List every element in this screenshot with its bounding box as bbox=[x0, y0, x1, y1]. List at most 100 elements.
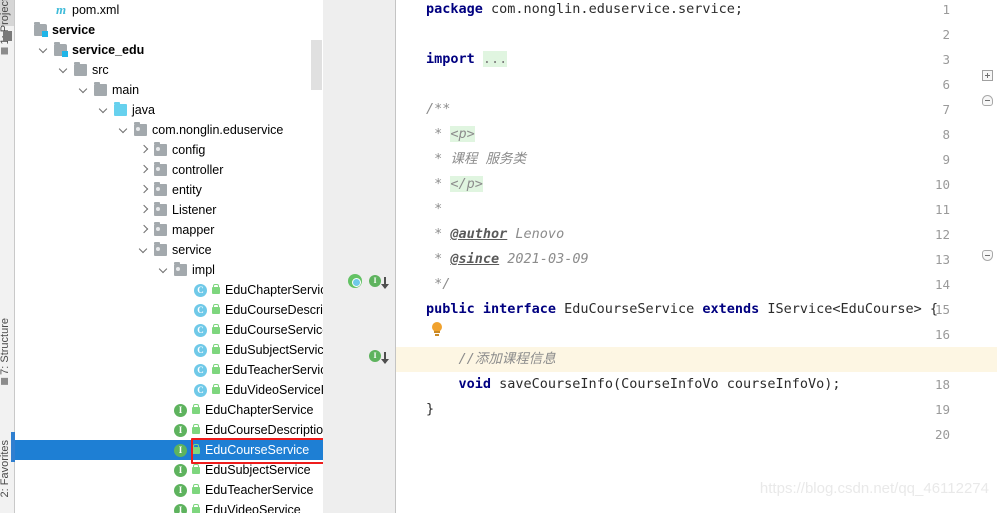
code-token: <p> bbox=[450, 126, 475, 142]
tree-row[interactable]: service bbox=[14, 20, 323, 40]
code-line[interactable]: * </p> bbox=[396, 172, 997, 197]
tool-window-strip: 1: Project 7: Structure 2: Favorites bbox=[0, 0, 15, 513]
tree-row[interactable]: I EduCourseDescriptionService bbox=[14, 420, 323, 440]
code-token: Lenovo bbox=[507, 226, 565, 242]
chevron-right-icon[interactable] bbox=[138, 180, 149, 200]
tree-row[interactable]: entity bbox=[14, 180, 323, 200]
code-line[interactable]: package com.nonglin.eduservice.service; bbox=[396, 0, 997, 22]
tree-scrollbar[interactable] bbox=[311, 0, 322, 513]
code-line[interactable]: public interface EduCourseService extend… bbox=[396, 297, 997, 322]
package-icon bbox=[154, 242, 167, 256]
tree-scrollbar-thumb[interactable] bbox=[311, 40, 322, 90]
code-token: extends bbox=[702, 301, 768, 317]
public-visibility-icon bbox=[212, 344, 220, 354]
chevron-down-icon[interactable] bbox=[98, 100, 109, 120]
interface-marker-icon-18[interactable]: I bbox=[369, 350, 381, 362]
code-editor[interactable]: 12367891011121314151617181920 I I packag… bbox=[323, 0, 997, 513]
code-token: * bbox=[426, 226, 451, 242]
module-folder-icon bbox=[34, 22, 48, 37]
chevron-down-icon[interactable] bbox=[78, 80, 89, 100]
bulb-base-lower bbox=[435, 334, 439, 336]
tree-row[interactable]: C EduChapterServiceImpl bbox=[14, 280, 323, 300]
tree-row-selected[interactable]: I EduCourseService bbox=[14, 440, 323, 460]
maven-icon: m bbox=[55, 2, 67, 17]
code-line[interactable]: * @since 2021-03-09 bbox=[396, 247, 997, 272]
tree-row[interactable]: src bbox=[14, 60, 323, 80]
tree-row-label: EduCourseServiceImpl bbox=[225, 323, 323, 337]
code-line[interactable]: * <p> bbox=[396, 122, 997, 147]
editor-code-area[interactable]: package com.nonglin.eduservice.service; i… bbox=[396, 0, 997, 513]
code-line[interactable]: * 课程 服务类 bbox=[396, 147, 997, 172]
code-token: * bbox=[426, 126, 451, 142]
implemented-by-icon[interactable] bbox=[348, 274, 362, 288]
tree-row[interactable]: impl bbox=[14, 260, 323, 280]
package-icon bbox=[154, 162, 167, 176]
code-line[interactable]: * bbox=[396, 197, 997, 222]
tree-row[interactable]: service bbox=[14, 240, 323, 260]
java-class-icon: C bbox=[194, 364, 207, 377]
code-line[interactable] bbox=[396, 22, 997, 47]
tree-row[interactable]: C EduTeacherServiceImpl bbox=[14, 360, 323, 380]
project-tree-panel[interactable]: m pom.xml service service_edu src main java com… bbox=[14, 0, 323, 513]
tree-row[interactable]: I EduSubjectService bbox=[14, 460, 323, 480]
code-line[interactable]: * @author Lenovo bbox=[396, 222, 997, 247]
code-line[interactable]: */ bbox=[396, 272, 997, 297]
tool-window-button-structure[interactable]: 7: Structure bbox=[0, 318, 11, 385]
folder-icon bbox=[94, 82, 107, 96]
tool-window-button-project[interactable]: 1: Project bbox=[0, 0, 11, 55]
package-icon bbox=[154, 182, 167, 196]
code-line[interactable]: /** bbox=[396, 97, 997, 122]
chevron-down-icon[interactable] bbox=[138, 240, 149, 260]
chevron-right-icon[interactable] bbox=[138, 140, 149, 160]
tree-row-label: controller bbox=[172, 163, 224, 177]
code-line[interactable]: } bbox=[396, 397, 997, 422]
chevron-down-icon[interactable] bbox=[58, 60, 69, 80]
tree-row[interactable]: C EduCourseDescriptionServiceImpl bbox=[14, 300, 323, 320]
tree-row[interactable]: C EduCourseServiceImpl bbox=[14, 320, 323, 340]
code-token: */ bbox=[426, 276, 451, 292]
implementation-arrow-icon-15[interactable] bbox=[381, 277, 389, 289]
chevron-down-icon[interactable] bbox=[158, 260, 169, 280]
code-token: @since bbox=[450, 251, 500, 267]
public-visibility-icon bbox=[192, 504, 200, 513]
java-interface-icon: I bbox=[174, 404, 187, 417]
tree-row[interactable]: C EduVideoServiceImpl bbox=[14, 380, 323, 400]
intention-bulb-icon[interactable] bbox=[431, 322, 443, 337]
chevron-down-icon[interactable] bbox=[38, 40, 49, 60]
java-class-icon: C bbox=[194, 384, 207, 397]
module-folder-icon bbox=[54, 42, 68, 57]
chevron-down-icon[interactable] bbox=[118, 120, 129, 140]
tree-row-label: EduTeacherServiceImpl bbox=[225, 363, 323, 377]
implementation-arrow-icon-18[interactable] bbox=[381, 352, 389, 364]
code-line[interactable]: //添加课程信息 bbox=[396, 347, 997, 372]
java-interface-icon: I bbox=[174, 484, 187, 497]
tree-row[interactable]: I EduTeacherService bbox=[14, 480, 323, 500]
chevron-right-icon[interactable] bbox=[138, 200, 149, 220]
chevron-right-icon[interactable] bbox=[138, 220, 149, 240]
tree-row[interactable]: com.nonglin.eduservice bbox=[14, 120, 323, 140]
interface-marker-icon-15[interactable]: I bbox=[369, 275, 381, 287]
code-line[interactable]: import ... bbox=[396, 47, 997, 72]
tree-row-label: service_edu bbox=[72, 43, 145, 57]
tree-row[interactable]: Listener bbox=[14, 200, 323, 220]
tree-row[interactable]: java bbox=[14, 100, 323, 120]
tree-row[interactable]: main bbox=[14, 80, 323, 100]
tree-row[interactable]: controller bbox=[14, 160, 323, 180]
tree-row[interactable]: service_edu bbox=[14, 40, 323, 60]
tree-row[interactable]: I EduChapterService bbox=[14, 400, 323, 420]
chevron-right-icon[interactable] bbox=[138, 160, 149, 180]
code-line[interactable]: void saveCourseInfo(CourseInfoVo courseI… bbox=[396, 372, 997, 397]
editor-gutter[interactable] bbox=[323, 0, 396, 513]
public-visibility-icon bbox=[212, 284, 220, 294]
code-line[interactable] bbox=[396, 422, 997, 447]
tool-window-button-favorites[interactable]: 2: Favorites bbox=[0, 440, 11, 497]
code-token: IService<EduCourse> { bbox=[767, 301, 939, 317]
tree-row[interactable]: mapper bbox=[14, 220, 323, 240]
code-line[interactable] bbox=[396, 322, 997, 347]
code-token: * bbox=[426, 201, 443, 217]
code-line[interactable] bbox=[396, 72, 997, 97]
tree-row[interactable]: C EduSubjectServiceImpl bbox=[14, 340, 323, 360]
tree-row[interactable]: config bbox=[14, 140, 323, 160]
tree-row[interactable]: I EduVideoService bbox=[14, 500, 323, 513]
tree-row[interactable]: m pom.xml bbox=[14, 0, 323, 20]
